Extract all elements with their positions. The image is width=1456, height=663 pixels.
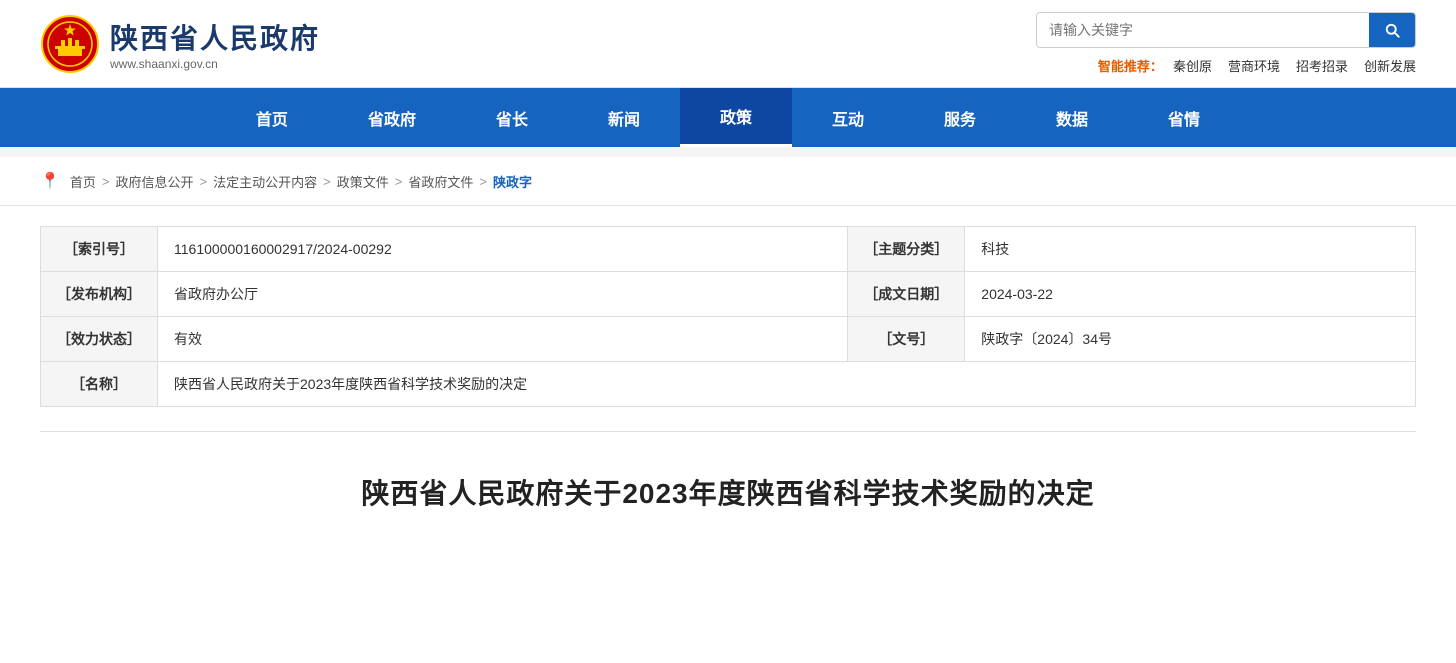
value-status: 有效 (158, 317, 848, 362)
nav-item-policy[interactable]: 政策 (680, 88, 792, 147)
logo-emblem-icon (40, 14, 100, 74)
breadcrumb-sep-0: > (102, 174, 110, 189)
info-table: ［索引号］ 116100000160002917/2024-00292 ［主题分… (40, 226, 1416, 407)
breadcrumb-sep-2: > (323, 174, 331, 189)
table-row-status: ［效力状态］ 有效 ［文号］ 陕政字〔2024〕34号 (41, 317, 1416, 362)
label-status: ［效力状态］ (41, 317, 158, 362)
site-title: 陕西省人民政府 (110, 17, 320, 57)
site-header: 陕西省人民政府 www.shaanxi.gov.cn 智能推荐： 秦创原 营商环… (0, 0, 1456, 88)
breadcrumb-provincial-doc[interactable]: 省政府文件 (408, 172, 473, 191)
label-index: ［索引号］ (41, 227, 158, 272)
breadcrumb-sep-4: > (479, 174, 487, 189)
nav-item-service[interactable]: 服务 (904, 90, 1016, 146)
breadcrumb-policy-doc[interactable]: 政策文件 (337, 172, 389, 191)
header-right: 智能推荐： 秦创原 营商环境 招考招录 创新发展 (1036, 12, 1416, 75)
value-name: 陕西省人民政府关于2023年度陕西省科学技术奖励的决定 (158, 362, 1416, 407)
smart-links: 秦创原 营商环境 招考招录 创新发展 (1173, 56, 1416, 75)
label-name: ［名称］ (41, 362, 158, 407)
smart-recommend: 智能推荐： 秦创原 营商环境 招考招录 创新发展 (1098, 56, 1416, 75)
label-date: ［成文日期］ (848, 272, 965, 317)
breadcrumb-govinfo[interactable]: 政府信息公开 (116, 172, 194, 191)
smart-link-2[interactable]: 招考招录 (1296, 56, 1348, 75)
breadcrumb: 📍 首页 > 政府信息公开 > 法定主动公开内容 > 政策文件 > 省政府文件 … (0, 157, 1456, 206)
label-docno: ［文号］ (848, 317, 965, 362)
search-input[interactable] (1037, 14, 1369, 46)
value-docno: 陕政字〔2024〕34号 (965, 317, 1416, 362)
nav-item-news[interactable]: 新闻 (568, 90, 680, 146)
smart-recommend-label: 智能推荐： (1098, 56, 1163, 75)
breadcrumb-statutory[interactable]: 法定主动公开内容 (213, 172, 317, 191)
search-bar (1036, 12, 1416, 48)
table-row-name: ［名称］ 陕西省人民政府关于2023年度陕西省科学技术奖励的决定 (41, 362, 1416, 407)
breadcrumb-home[interactable]: 首页 (70, 172, 96, 191)
divider (40, 431, 1416, 432)
breadcrumb-current: 陕政字 (493, 172, 532, 191)
site-url: www.shaanxi.gov.cn (110, 57, 320, 71)
sub-header-strip (0, 147, 1456, 157)
value-theme: 科技 (965, 227, 1416, 272)
value-date: 2024-03-22 (965, 272, 1416, 317)
breadcrumb-sep-3: > (395, 174, 403, 189)
smart-link-1[interactable]: 营商环境 (1228, 56, 1280, 75)
content-area: ［索引号］ 116100000160002917/2024-00292 ［主题分… (0, 206, 1456, 552)
table-row-index: ［索引号］ 116100000160002917/2024-00292 ［主题分… (41, 227, 1416, 272)
nav-item-government[interactable]: 省政府 (328, 90, 456, 146)
label-theme: ［主题分类］ (848, 227, 965, 272)
location-icon: 📍 (40, 171, 60, 191)
value-publisher: 省政府办公厅 (158, 272, 848, 317)
search-icon (1383, 21, 1401, 39)
label-publisher: ［发布机构］ (41, 272, 158, 317)
nav-item-interaction[interactable]: 互动 (792, 90, 904, 146)
table-row-publisher: ［发布机构］ 省政府办公厅 ［成文日期］ 2024-03-22 (41, 272, 1416, 317)
nav-item-data[interactable]: 数据 (1016, 90, 1128, 146)
value-index: 116100000160002917/2024-00292 (158, 227, 848, 272)
nav-item-governor[interactable]: 省长 (456, 90, 568, 146)
nav-item-province[interactable]: 省情 (1128, 90, 1240, 146)
nav-item-home[interactable]: 首页 (216, 90, 328, 146)
logo-text: 陕西省人民政府 www.shaanxi.gov.cn (110, 17, 320, 71)
search-button[interactable] (1369, 13, 1415, 47)
smart-link-0[interactable]: 秦创原 (1173, 56, 1212, 75)
smart-link-3[interactable]: 创新发展 (1364, 56, 1416, 75)
breadcrumb-sep-1: > (200, 174, 208, 189)
article-title: 陕西省人民政府关于2023年度陕西省科学技术奖励的决定 (40, 452, 1416, 522)
main-nav: 首页 省政府 省长 新闻 政策 互动 服务 数据 省情 (0, 88, 1456, 147)
logo-area: 陕西省人民政府 www.shaanxi.gov.cn (40, 14, 320, 74)
